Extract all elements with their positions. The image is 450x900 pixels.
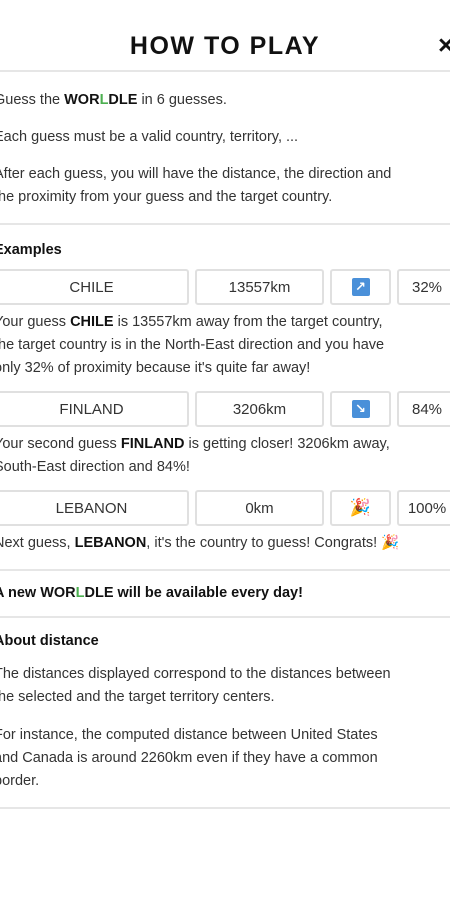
guess-country: LEBANON <box>0 490 189 526</box>
modal-header: HOW TO PLAY × <box>0 0 450 72</box>
guess-distance: 0km <box>195 490 324 526</box>
page-title: HOW TO PLAY <box>129 32 321 60</box>
guess-direction: 🎉 <box>330 490 391 526</box>
guess-distance: 13557km <box>195 269 324 305</box>
guess-row: CHILE 13557km ↗ 32% <box>0 269 450 309</box>
worldle-brand: WORLDLE <box>40 585 114 601</box>
instructions-content: Guess the WORLDLE in 6 guesses. Each gue… <box>0 72 450 809</box>
guess-distance: 3206km <box>195 391 324 427</box>
guess-proximity: 100% <box>397 490 450 526</box>
intro-paragraph-3: After each guess, you will have the dist… <box>0 166 392 205</box>
about-paragraph-2: For instance, the computed distance betw… <box>0 727 378 789</box>
guess-row: LEBANON 0km 🎉 100% <box>0 490 450 530</box>
guess-row: FINLAND 3206km ↘ 84% <box>0 391 450 431</box>
about-distance-heading: About distance <box>0 633 99 649</box>
guess-proximity: 32% <box>397 269 450 305</box>
party-popper-icon: 🎉 <box>381 535 400 551</box>
guess-direction: ↘ <box>330 391 391 427</box>
party-popper-icon: 🎉 <box>349 498 372 517</box>
intro-paragraph-1: Guess the WORLDLE in 6 guesses. <box>0 92 227 108</box>
about-paragraph-1: The distances displayed correspond to th… <box>0 666 391 705</box>
example-3-text: Next guess, LEBANON, it's the country to… <box>0 535 400 551</box>
guess-country: CHILE <box>0 269 189 305</box>
example-2-text: Your second guess FINLAND is getting clo… <box>0 436 390 475</box>
examples-heading: Examples <box>0 242 62 258</box>
guess-direction: ↗ <box>330 269 391 305</box>
example-1-text: Your guess CHILE is 13557km away from th… <box>0 314 385 376</box>
daily-announcement: A new WORLDLE will be available every da… <box>0 585 303 601</box>
arrow-north-east-icon: ↗ <box>351 278 370 296</box>
arrow-south-east-icon: ↘ <box>351 400 370 418</box>
guess-country: FINLAND <box>0 391 189 427</box>
guess-proximity: 84% <box>397 391 450 427</box>
intro-paragraph-2: Each guess must be a valid country, terr… <box>0 129 299 145</box>
worldle-brand: WORLDLE <box>64 92 138 108</box>
divider <box>0 807 450 809</box>
close-icon[interactable]: × <box>438 30 450 61</box>
